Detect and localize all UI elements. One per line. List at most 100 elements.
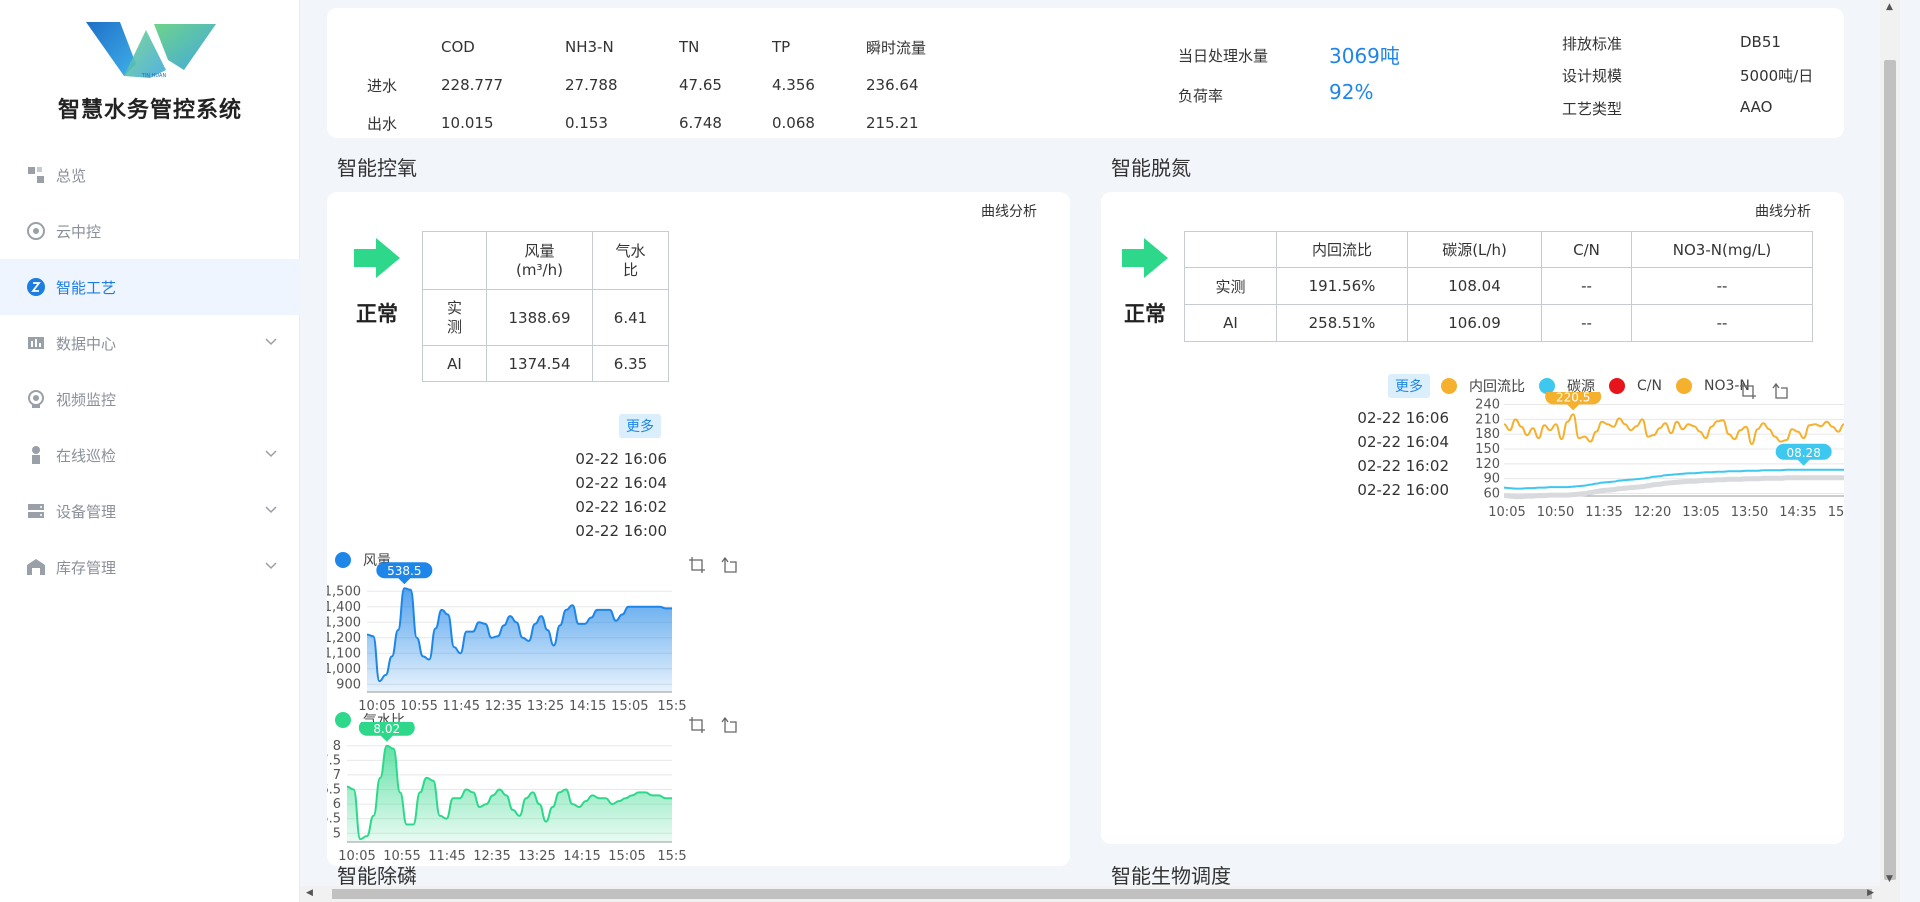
sidebar: TIN HUAN 智慧水务管控系统 总览云中控智能工艺数据中心视频监控在线巡检设… — [0, 0, 300, 902]
table-cell: 6.41 — [592, 289, 669, 346]
table-cell: 47.65 — [679, 76, 722, 94]
table-cell: 6.748 — [679, 114, 722, 132]
x-tick-label: 10:50 — [1537, 505, 1574, 520]
chevron-down-icon[interactable] — [264, 559, 278, 573]
horizontal-scrollbar[interactable]: ◀ ▶ — [300, 886, 1900, 902]
y-tick-label: 120 — [1475, 457, 1500, 472]
row-label: 出水 — [367, 114, 398, 133]
table-cell: -- — [1541, 267, 1632, 305]
row-label: AI — [1184, 304, 1277, 342]
nitrogen-chart: 6090120150180210240 10:05 10:50 11:35 12:20 1… — [1475, 392, 1844, 520]
time-item[interactable]: 02-22 16:02 — [1309, 454, 1449, 478]
discharge-standard-label: 排放标准 — [1562, 35, 1623, 53]
table-header-row: 风量 (m³/h) 气水 比 — [422, 231, 669, 290]
y-tick-label: 7.5 — [327, 753, 341, 768]
header-cell — [1184, 231, 1277, 268]
chevron-down-icon[interactable] — [264, 335, 278, 349]
curve-analysis-link[interactable]: 曲线分析 — [981, 201, 1037, 221]
sidebar-item-overview[interactable]: 总览 — [0, 147, 300, 203]
sidebar-item-inspector[interactable]: 在线巡检 — [0, 427, 300, 483]
warehouse-icon — [27, 559, 45, 575]
table-cell: 27.788 — [565, 76, 618, 94]
header-cell: COD — [441, 38, 475, 56]
time-item[interactable]: 02-22 16:06 — [527, 447, 667, 471]
x-tick-label: 14:15 — [569, 699, 606, 712]
header-cell: 气水 比 — [592, 231, 669, 290]
status-text: 正常 — [1124, 302, 1166, 326]
airflow-chart: 9001,0001,1001,2001,3001,4001,50010:05 10… — [327, 562, 687, 712]
x-tick-label: 13:05 — [1682, 505, 1719, 520]
header-cell: 风量 (m³/h) — [486, 231, 593, 290]
sidebar-item-label: 在线巡检 — [56, 446, 117, 465]
peak-label: 8.02 — [373, 722, 400, 736]
time-item[interactable]: 02-22 16:00 — [527, 519, 667, 543]
row-label: 进水 — [367, 76, 398, 95]
zoom-reset-icon[interactable] — [720, 716, 738, 734]
header-cell — [367, 28, 441, 66]
curve-analysis-link[interactable]: 曲线分析 — [1755, 201, 1811, 221]
time-item[interactable]: 02-22 16:04 — [527, 471, 667, 495]
more-button[interactable]: 更多 — [1388, 374, 1430, 398]
time-item[interactable]: 02-22 16:06 — [1309, 406, 1449, 430]
vertical-scrollbar[interactable]: ▲ ▼ — [1880, 0, 1900, 886]
table-cell: 4.356 — [772, 76, 815, 94]
nitrogen-table: 内回流比 碳源(L/h) C/N NO3-N(mg/L) 实测 191.56% … — [1184, 231, 1813, 342]
sidebar-item-warehouse[interactable]: 库存管理 — [0, 539, 300, 595]
x-tick-label: 15:05 — [611, 699, 648, 712]
sidebar-item-label: 库存管理 — [56, 558, 117, 577]
sidebar-item-data-center[interactable]: 数据中心 — [0, 315, 300, 371]
table-header-row: COD NH3-N TN TP 瞬时流量 — [367, 28, 976, 66]
table-cell: 0.068 — [772, 114, 815, 132]
row-label: 实 测 — [422, 289, 487, 346]
table-cell: 10.015 — [441, 114, 494, 132]
scrollbar-thumb[interactable] — [332, 889, 1872, 899]
scrollbar-thumb[interactable] — [1884, 60, 1896, 880]
table-row: 出水 10.015 0.153 6.748 0.068 215.21 — [367, 104, 976, 142]
more-button[interactable]: 更多 — [619, 414, 661, 438]
zoom-reset-icon[interactable] — [720, 556, 738, 574]
header-cell: 瞬时流量 — [866, 38, 927, 57]
table-cell: 0.153 — [565, 114, 608, 132]
y-tick-label: 240 — [1475, 397, 1500, 412]
y-tick-label: 1,200 — [327, 631, 361, 646]
y-tick-label: 900 — [336, 677, 361, 692]
table-cell: 258.51% — [1276, 304, 1408, 342]
sidebar-menu: 总览云中控智能工艺数据中心视频监控在线巡检设备管理库存管理 — [0, 147, 300, 595]
right-arrow-icon — [1122, 238, 1168, 278]
sidebar-item-camera[interactable]: 视频监控 — [0, 371, 300, 427]
time-item[interactable]: 02-22 16:04 — [1309, 430, 1449, 454]
table-cell: -- — [1541, 304, 1632, 342]
sidebar-item-smart-process[interactable]: 智能工艺 — [0, 259, 300, 315]
chevron-down-icon[interactable] — [264, 503, 278, 517]
x-tick-label: 11:45 — [443, 699, 480, 712]
air-water-ratio-chart: 55.566.577.5810:0510:5511:4512:3513:2514… — [327, 722, 687, 864]
sidebar-item-label: 数据中心 — [56, 334, 117, 353]
section-title-phosphorus: 智能除磷 — [337, 864, 417, 886]
table-cell: 191.56% — [1276, 267, 1408, 305]
table-cell: 1388.69 — [486, 289, 593, 346]
company-logo: TIN HUAN — [86, 22, 216, 79]
sidebar-item-cloud-control[interactable]: 云中控 — [0, 203, 300, 259]
section-title-nitrogen: 智能脱氮 — [1111, 156, 1191, 180]
x-tick-label: 12:35 — [485, 699, 522, 712]
header-cell: 碳源(L/h) — [1407, 231, 1542, 268]
x-tick-label: 15:5 — [657, 849, 686, 864]
load-rate-value: 92% — [1329, 80, 1374, 104]
sidebar-item-label: 视频监控 — [56, 390, 117, 409]
y-tick-label: 90 — [1483, 472, 1500, 487]
y-tick-label: 180 — [1475, 427, 1500, 442]
y-tick-label: 1,500 — [327, 584, 361, 599]
time-item[interactable]: 02-22 16:00 — [1309, 478, 1449, 502]
time-item[interactable]: 02-22 16:02 — [527, 495, 667, 519]
sidebar-item-device[interactable]: 设备管理 — [0, 483, 300, 539]
x-tick-label: 15:20 — [1828, 505, 1844, 520]
chevron-down-icon[interactable] — [264, 447, 278, 461]
overview-icon — [28, 167, 44, 183]
x-tick-label: 12:35 — [473, 849, 510, 864]
peak-label: 08.28 — [1786, 446, 1820, 460]
system-title: 智慧水务管控系统 — [57, 98, 242, 123]
sidebar-item-label: 云中控 — [56, 222, 102, 241]
y-tick-label: 1,300 — [327, 615, 361, 630]
sidebar-item-label: 智能工艺 — [56, 278, 117, 297]
oxygen-table: 风量 (m³/h) 气水 比 实 测 1388.69 6.41 AI 1374.… — [422, 231, 669, 382]
